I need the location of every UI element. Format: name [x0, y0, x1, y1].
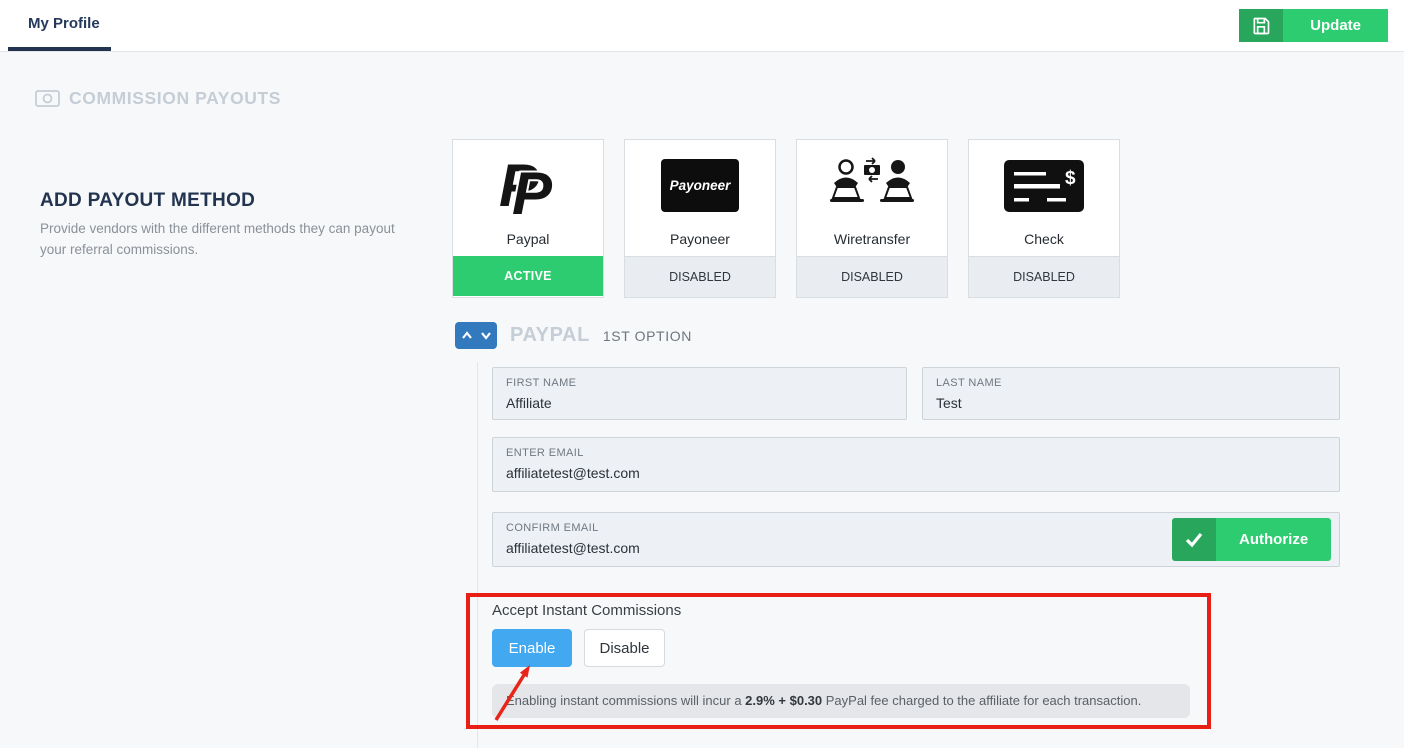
add-payout-method-heading: ADD PAYOUT METHOD — [40, 190, 255, 212]
add-payout-method-description: Provide vendors with the different metho… — [40, 219, 412, 261]
enter-email-input[interactable] — [506, 465, 1326, 481]
wiretransfer-icon — [826, 140, 918, 231]
reorder-option-button[interactable] — [455, 322, 497, 349]
chevron-up-icon — [461, 331, 473, 340]
commission-payouts-title: COMMISSION PAYOUTS — [69, 88, 281, 109]
last-name-label: LAST NAME — [936, 377, 1326, 389]
last-name-field[interactable]: LAST NAME — [922, 367, 1340, 420]
chevron-down-icon — [480, 331, 492, 340]
first-name-input[interactable] — [506, 395, 893, 411]
status-badge-disabled: DISABLED — [625, 256, 775, 297]
payout-card-label: Wiretransfer — [834, 231, 910, 247]
tab-my-profile[interactable]: My Profile — [28, 15, 100, 32]
status-badge-disabled: DISABLED — [969, 256, 1119, 297]
enter-email-label: ENTER EMAIL — [506, 447, 1326, 459]
disable-button[interactable]: Disable — [584, 629, 665, 667]
status-badge-active: ACTIVE — [453, 256, 603, 296]
first-name-field[interactable]: FIRST NAME — [492, 367, 907, 420]
paypal-option-title: PAYPAL — [510, 324, 590, 347]
authorize-button-label: Authorize — [1216, 518, 1331, 561]
payoneer-logo-icon: Payoneer — [661, 140, 739, 231]
update-button-label: Update — [1283, 9, 1388, 42]
payout-card-wiretransfer[interactable]: Wiretransfer DISABLED — [796, 139, 948, 298]
authorize-button[interactable]: Authorize — [1172, 518, 1331, 561]
paypal-option-header: PAYPAL 1ST OPTION — [455, 322, 692, 349]
payout-card-label: Check — [1024, 231, 1064, 247]
payout-card-label: Paypal — [507, 231, 550, 247]
first-name-label: FIRST NAME — [506, 377, 893, 389]
fee-notice-amount: 2.9% + $0.30 — [745, 693, 822, 708]
paypal-logo-icon: P P — [497, 140, 559, 231]
money-icon — [35, 90, 60, 107]
last-name-input[interactable] — [936, 395, 1326, 411]
update-button[interactable]: Update — [1239, 9, 1388, 42]
svg-text:P: P — [512, 160, 553, 222]
paypal-option-subtitle: 1ST OPTION — [603, 328, 692, 344]
instant-commissions-title: Accept Instant Commissions — [492, 602, 681, 619]
payout-card-check[interactable]: $ Check DISABLED — [968, 139, 1120, 298]
enable-button[interactable]: Enable — [492, 629, 572, 667]
fee-notice-suffix: PayPal fee charged to the affiliate for … — [822, 693, 1141, 708]
my-profile-page: My Profile Update COMMISSION PAYOUTS ADD… — [0, 0, 1404, 748]
payout-card-paypal[interactable]: P P Paypal ACTIVE — [452, 139, 604, 298]
checkmark-icon — [1172, 518, 1216, 561]
status-badge-disabled: DISABLED — [797, 256, 947, 297]
fee-notice-prefix: Enabling instant commissions will incur … — [506, 693, 745, 708]
commission-payouts-heading: COMMISSION PAYOUTS — [35, 88, 281, 109]
payout-method-cards: P P Paypal ACTIVE Payoneer Payoneer DISA… — [452, 139, 1120, 298]
enter-email-field[interactable]: ENTER EMAIL — [492, 437, 1340, 492]
fee-notice: Enabling instant commissions will incur … — [492, 684, 1190, 718]
tab-active-indicator — [8, 47, 111, 51]
svg-text:$: $ — [1065, 168, 1076, 189]
payout-card-label: Payoneer — [670, 231, 730, 247]
top-bar: My Profile Update — [0, 0, 1404, 52]
payoneer-logo-text: Payoneer — [670, 178, 731, 193]
save-icon — [1239, 9, 1283, 42]
payout-card-payoneer[interactable]: Payoneer Payoneer DISABLED — [624, 139, 776, 298]
check-payment-icon: $ — [1004, 140, 1084, 231]
